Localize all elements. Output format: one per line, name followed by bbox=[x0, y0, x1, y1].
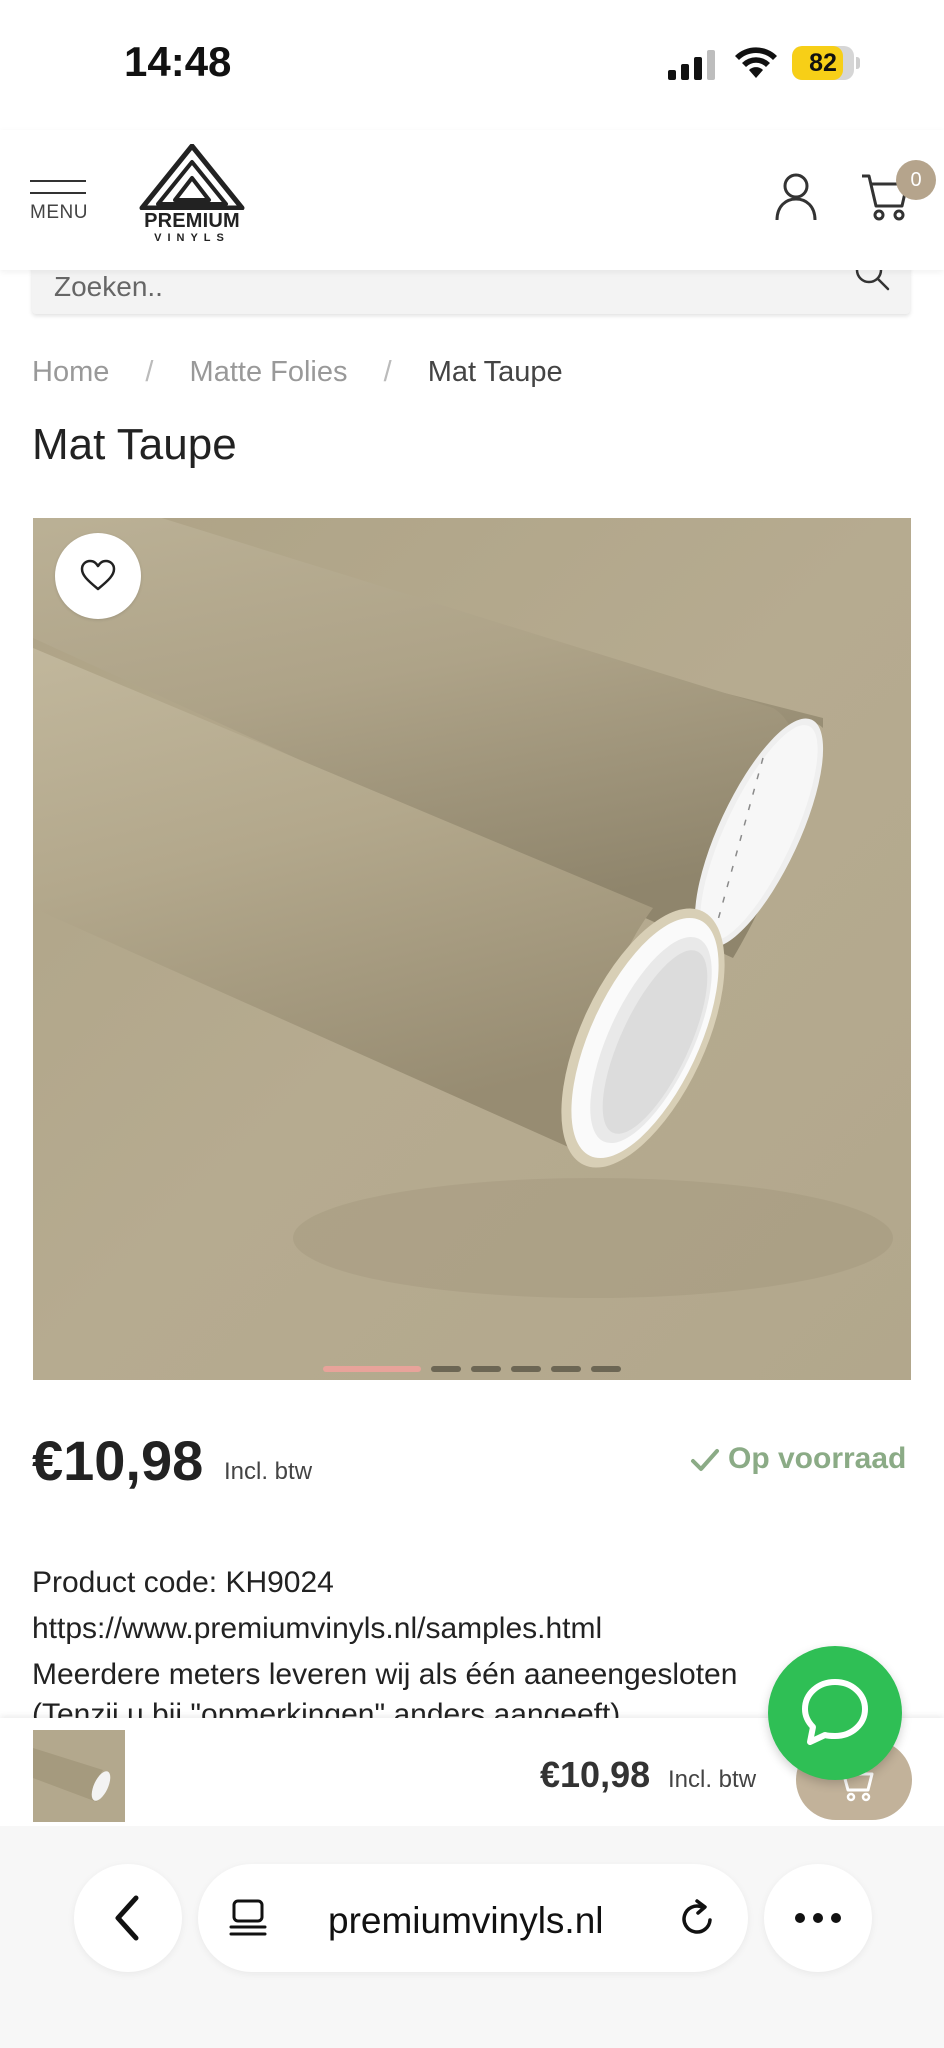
vinyl-roll-thumbnail bbox=[33, 1730, 125, 1822]
carousel-dot[interactable] bbox=[431, 1366, 461, 1372]
carousel-dot[interactable] bbox=[591, 1366, 621, 1372]
breadcrumb: Home / Matte Folies / Mat Taupe bbox=[32, 356, 563, 389]
stock-status: Op voorraad bbox=[728, 1442, 907, 1475]
reader-view-icon[interactable] bbox=[228, 1898, 268, 1938]
menu-button[interactable]: MENU bbox=[30, 180, 92, 230]
url-text: premiumvinyls.nl bbox=[328, 1900, 604, 1941]
status-bar: 14:48 82 bbox=[0, 0, 944, 130]
carousel-dot[interactable] bbox=[471, 1366, 501, 1372]
vat-label: Incl. btw bbox=[224, 1458, 313, 1485]
vinyl-roll-image bbox=[33, 518, 911, 1380]
carousel-dot[interactable] bbox=[511, 1366, 541, 1372]
breadcrumb-separator: / bbox=[383, 356, 392, 388]
product-code: Product code: KH9024 bbox=[32, 1566, 334, 1599]
wishlist-button[interactable] bbox=[55, 533, 141, 619]
check-icon bbox=[691, 1449, 719, 1471]
heart-icon bbox=[80, 559, 116, 591]
breadcrumb-separator: / bbox=[145, 356, 154, 388]
sticky-vat-label: Incl. btw bbox=[668, 1766, 757, 1793]
whatsapp-chat-icon bbox=[802, 1679, 868, 1745]
carousel-dot[interactable] bbox=[323, 1366, 421, 1372]
site-logo[interactable]: PREMIUM VINYLS bbox=[138, 144, 246, 256]
wifi-icon bbox=[735, 47, 777, 78]
cart-count-badge[interactable]: 0 bbox=[896, 160, 936, 200]
logo-subtext: VINYLS bbox=[154, 232, 230, 244]
product-price: €10,98 bbox=[32, 1429, 204, 1492]
browser-toolbar: premiumvinyls.nl bbox=[0, 1826, 944, 2048]
status-time: 14:48 bbox=[124, 38, 232, 85]
back-button[interactable] bbox=[74, 1864, 182, 1972]
more-dots-icon bbox=[795, 1913, 841, 1923]
chat-button[interactable] bbox=[768, 1646, 902, 1780]
product-title: Mat Taupe bbox=[32, 420, 237, 469]
breadcrumb-home[interactable]: Home bbox=[32, 356, 109, 388]
product-image-carousel[interactable] bbox=[33, 518, 911, 1380]
menu-label: MENU bbox=[30, 202, 88, 223]
chevron-left-icon bbox=[115, 1895, 139, 1941]
address-bar[interactable]: premiumvinyls.nl bbox=[198, 1864, 748, 1972]
logo-text: PREMIUM bbox=[144, 210, 240, 232]
sticky-price: €10,98 bbox=[540, 1754, 651, 1795]
battery-icon: 82 bbox=[792, 46, 860, 80]
battery-level: 82 bbox=[809, 49, 837, 77]
cellular-signal-icon bbox=[668, 50, 715, 80]
reload-icon[interactable] bbox=[676, 1898, 718, 1940]
more-options-button[interactable] bbox=[764, 1864, 872, 1972]
carousel-dot[interactable] bbox=[551, 1366, 581, 1372]
hamburger-icon bbox=[30, 180, 86, 182]
account-icon[interactable] bbox=[774, 172, 818, 222]
site-header: MENU PREMIUM VINYLS 0 bbox=[0, 130, 944, 270]
breadcrumb-current: Mat Taupe bbox=[427, 356, 563, 388]
breadcrumb-category[interactable]: Matte Folies bbox=[190, 356, 348, 388]
logo-triangle-icon bbox=[139, 144, 245, 210]
product-thumbnail bbox=[33, 1730, 125, 1822]
